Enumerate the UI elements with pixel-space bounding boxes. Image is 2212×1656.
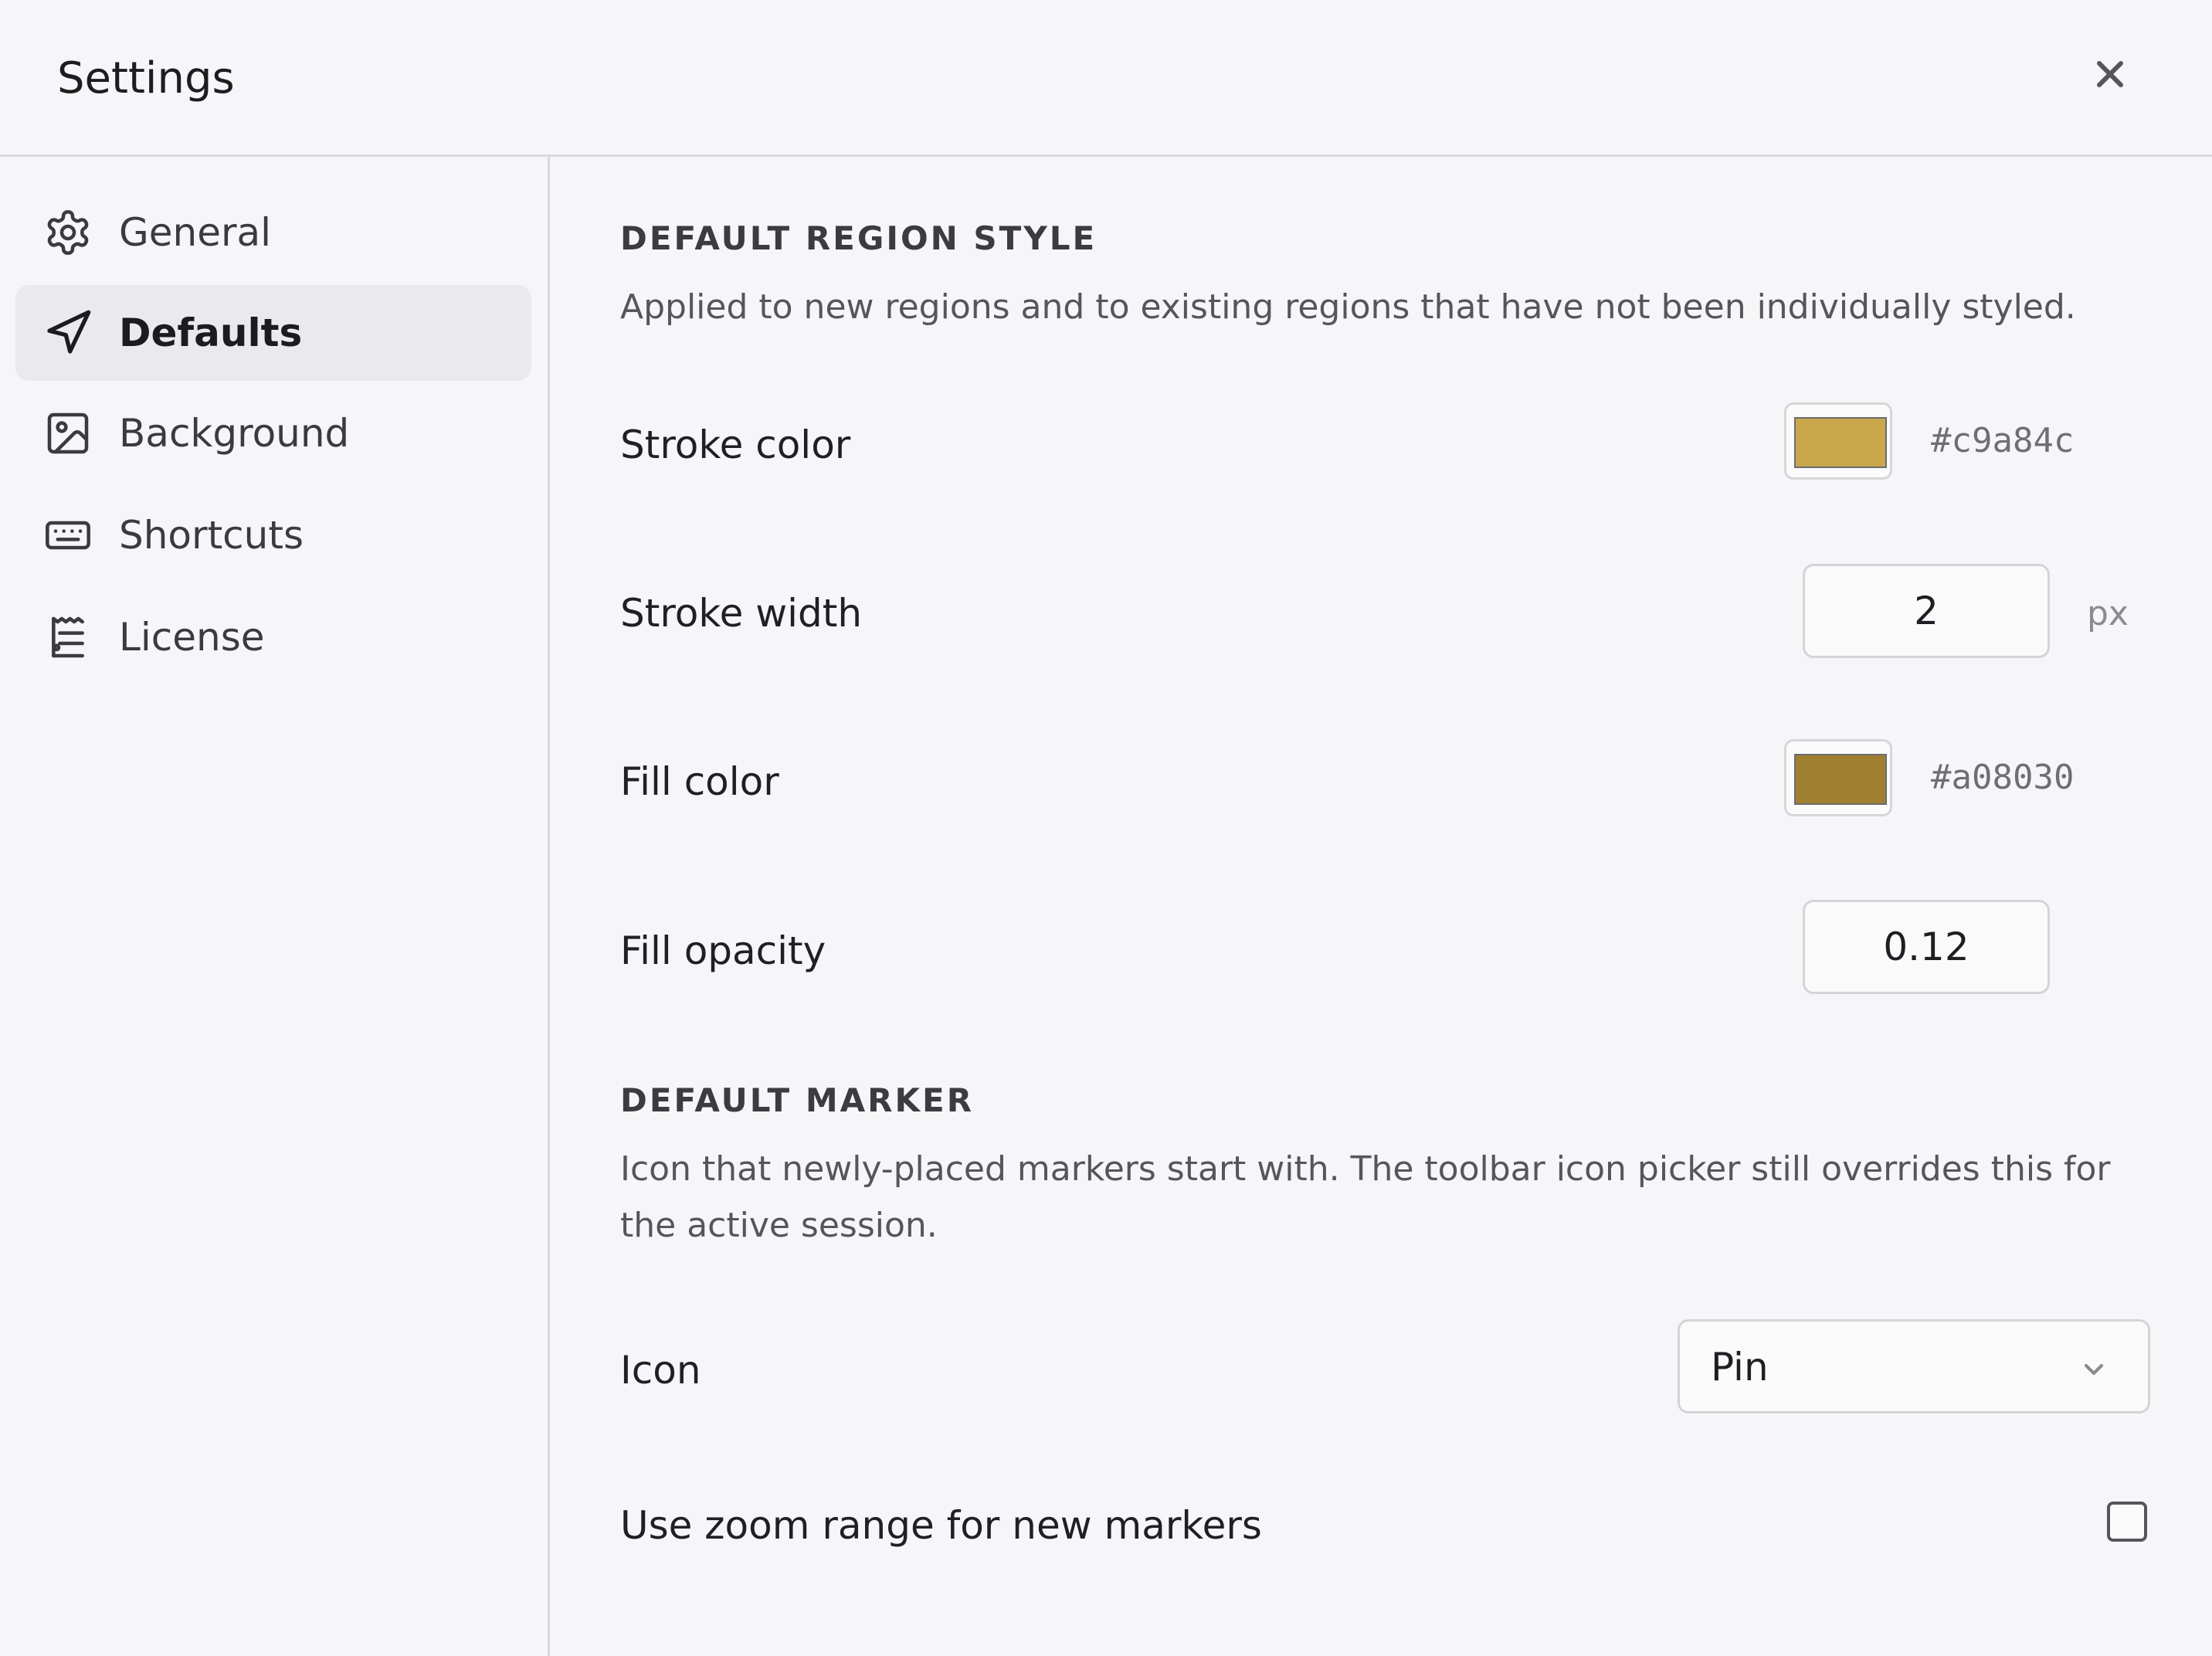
stroke-width-label: Stroke width <box>620 591 863 636</box>
settings-dialog: Settings General Defaults Background Sho… <box>0 0 2212 1656</box>
section-description-region-style: Applied to new regions and to existing r… <box>620 287 2076 327</box>
fill-color-preview <box>1794 754 1887 805</box>
sidebar-item-label: Defaults <box>119 310 303 355</box>
section-title-marker: DEFAULT MARKER <box>620 1081 975 1119</box>
dialog-title: Settings <box>57 53 235 104</box>
sidebar-item-general[interactable]: General <box>15 185 531 280</box>
section-title-region-style: DEFAULT REGION STYLE <box>620 219 1098 257</box>
fill-opacity-input[interactable] <box>1803 900 2050 994</box>
marker-icon-select[interactable]: Pin <box>1678 1319 2150 1413</box>
fill-color-hex: #a08030 <box>1931 758 2075 797</box>
fill-color-label: Fill color <box>620 759 779 804</box>
section-description-marker: Icon that newly-placed markers start wit… <box>620 1149 2111 1245</box>
stroke-width-input[interactable] <box>1803 564 2050 658</box>
zoom-range-checkbox[interactable] <box>2107 1502 2147 1542</box>
image-icon <box>47 412 89 454</box>
marker-icon-label: Icon <box>620 1348 701 1393</box>
sidebar-item-license[interactable]: License <box>15 589 531 685</box>
chevron-down-icon <box>2084 1363 2104 1376</box>
sidebar-item-label: Background <box>119 411 350 456</box>
stroke-color-preview <box>1794 417 1887 468</box>
keyboard-icon <box>46 521 90 550</box>
receipt-icon <box>52 616 84 658</box>
sidebar-item-label: General <box>119 210 272 255</box>
stroke-color-hex: #c9a84c <box>1931 421 2075 460</box>
fill-color-swatch[interactable] <box>1784 739 1892 816</box>
stroke-color-swatch[interactable] <box>1784 402 1892 480</box>
navigation-arrow-icon <box>47 310 91 354</box>
settings-sidebar: General Defaults Background Shortcuts Li… <box>0 157 550 1656</box>
gear-icon <box>47 210 89 255</box>
sidebar-item-defaults[interactable]: Defaults <box>15 285 531 381</box>
defaults-panel: DEFAULT REGION STYLE Applied to new regi… <box>550 157 2212 1656</box>
close-button[interactable] <box>2085 49 2135 99</box>
stroke-color-label: Stroke color <box>620 422 851 467</box>
sidebar-item-background[interactable]: Background <box>15 385 531 481</box>
stroke-width-unit: px <box>2087 594 2129 633</box>
sidebar-item-shortcuts[interactable]: Shortcuts <box>15 487 531 583</box>
fill-opacity-label: Fill opacity <box>620 928 826 973</box>
sidebar-item-label: Shortcuts <box>119 513 304 558</box>
close-icon <box>2097 61 2123 87</box>
zoom-range-label: Use zoom range for new markers <box>620 1503 1262 1548</box>
dialog-header: Settings <box>0 0 2212 157</box>
marker-icon-select-value: Pin <box>1711 1345 1769 1390</box>
sidebar-item-label: License <box>119 615 265 660</box>
